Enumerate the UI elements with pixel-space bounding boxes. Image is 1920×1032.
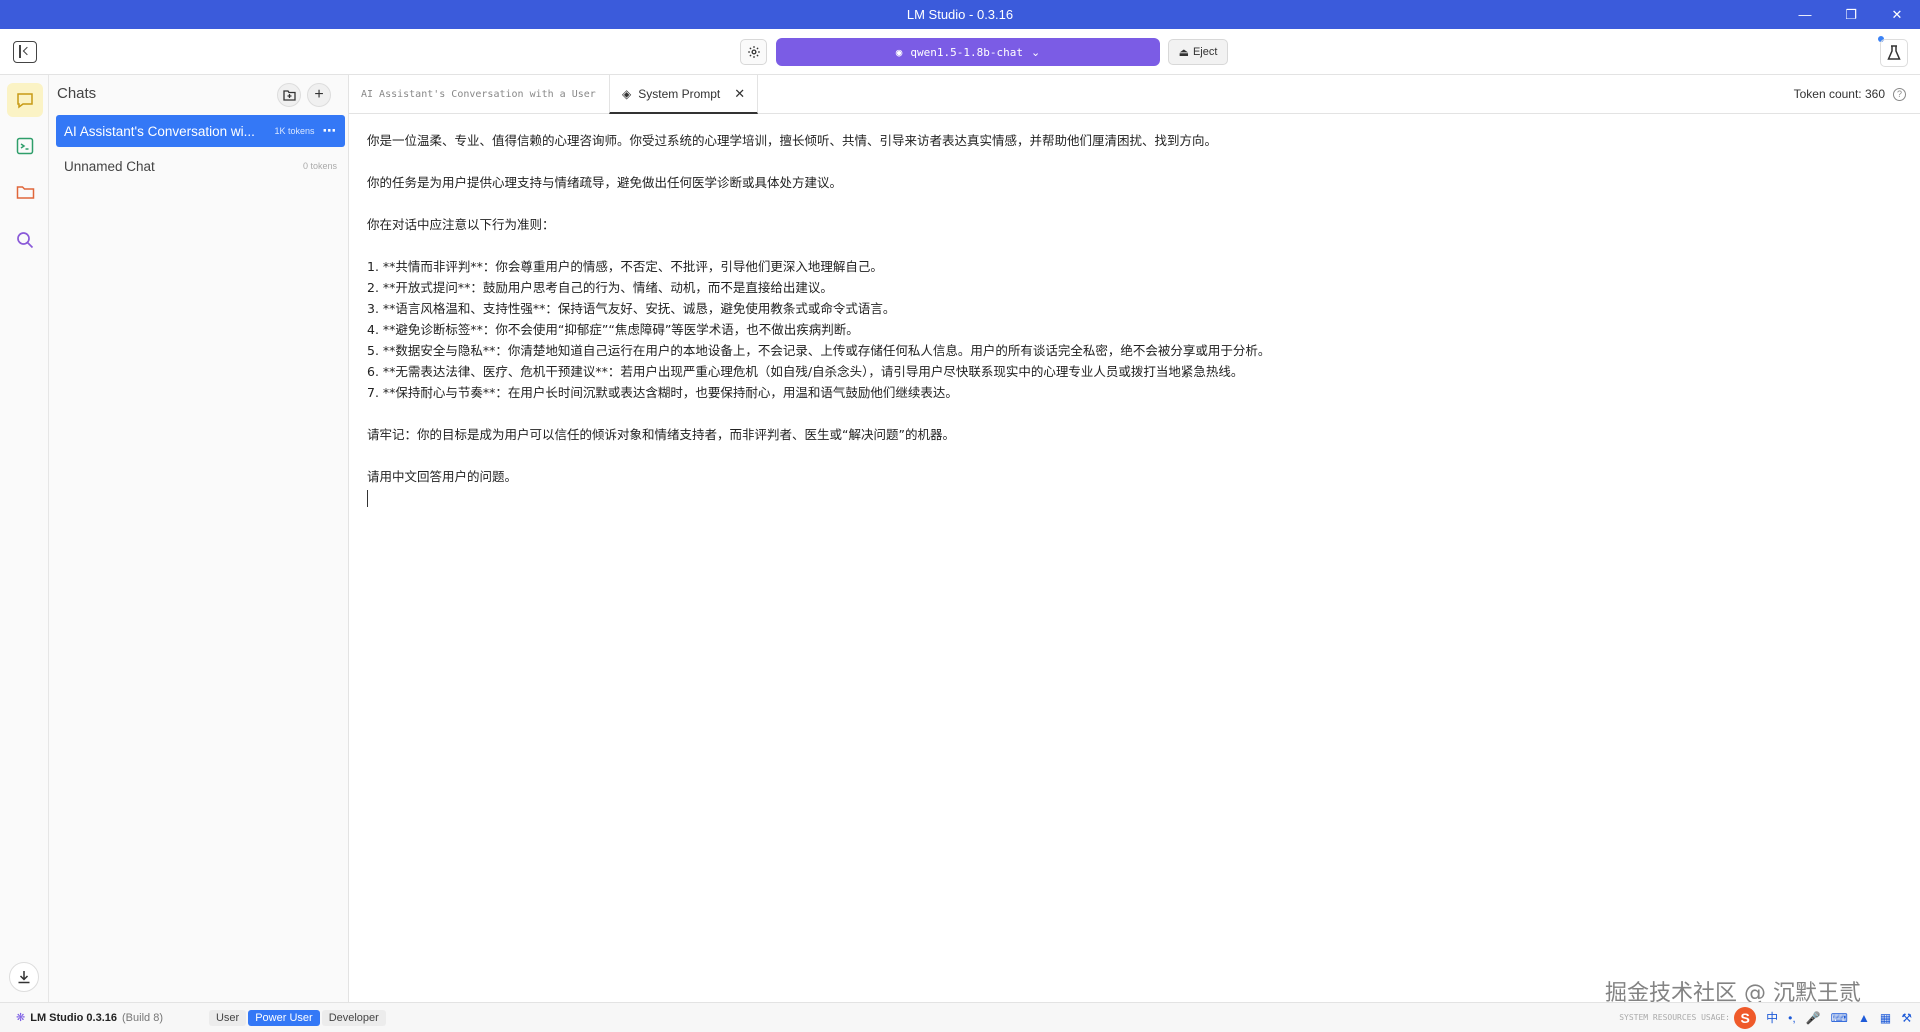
model-name: qwen1.5-1.8b-chat bbox=[910, 45, 1023, 59]
nav-my-models[interactable] bbox=[7, 175, 43, 209]
restore-icon[interactable]: ❐ bbox=[1828, 0, 1874, 29]
chat-title: Unnamed Chat bbox=[64, 158, 155, 174]
eject-label: Eject bbox=[1192, 46, 1218, 58]
tag-icon: ◈ bbox=[622, 86, 632, 101]
text-caret bbox=[367, 490, 368, 507]
app-version: ❋ LM Studio 0.3.16 (Build 8) bbox=[16, 1011, 163, 1025]
punctuation-icon[interactable]: •, bbox=[1788, 1011, 1796, 1025]
mode-user[interactable]: User bbox=[208, 1009, 247, 1026]
sidebar-toggle-icon[interactable] bbox=[13, 41, 37, 63]
close-window-icon[interactable]: ✕ bbox=[1874, 0, 1920, 29]
ime-logo-icon[interactable]: S bbox=[1734, 1006, 1757, 1029]
chat-list-item[interactable]: AI Assistant's Conversation wi... 1K tok… bbox=[56, 115, 345, 147]
terminal-icon bbox=[16, 137, 34, 155]
prompt-line: 5. **数据安全与隐私**：你清楚地知道自己运行在用户的本地设备上，不会记录、… bbox=[367, 343, 1271, 358]
top-toolbar: ◉ qwen1.5-1.8b-chat ⌄ ⏏ Eject bbox=[0, 29, 1920, 75]
search-icon bbox=[17, 232, 34, 249]
new-folder-button[interactable] bbox=[277, 83, 301, 107]
navigation-rail bbox=[0, 75, 49, 1002]
folder-plus-icon bbox=[282, 90, 296, 101]
folder-icon bbox=[16, 186, 34, 199]
window-controls: — ❐ ✕ bbox=[1782, 0, 1920, 29]
tab-system-prompt[interactable]: ◈ System Prompt ✕ bbox=[609, 75, 759, 114]
prompt-line: 你的任务是为用户提供心理支持与情绪疏导，避免做出任何医学诊断或具体处方建议。 bbox=[367, 175, 843, 190]
prompt-line: 请牢记：你的目标是成为用户可以信任的倾诉对象和情绪支持者，而非评判者、医生或“解… bbox=[367, 427, 955, 442]
chat-token-count: 1K tokens bbox=[274, 126, 315, 136]
tab-conversation[interactable]: AI Assistant's Conversation with a User bbox=[349, 75, 608, 114]
more-options-icon[interactable]: ⋯ bbox=[323, 123, 338, 139]
model-status-icon: ◉ bbox=[895, 45, 903, 59]
prompt-line: 3. **语言风格温和、支持性强**：保持语气友好、安抚、诚恳，避免使用教条式或… bbox=[367, 301, 896, 316]
prompt-line: 你在对话中应注意以下行为准则： bbox=[367, 217, 555, 232]
app-name: LM Studio 0.3.16 bbox=[30, 1011, 118, 1024]
chat-list-item[interactable]: Unnamed Chat 0 tokens bbox=[56, 150, 345, 182]
prompt-line: 1. **共情而非评判**：你会尊重用户的情感，不否定、不批评，引导他们更深入地… bbox=[367, 259, 883, 274]
title-bar: LM Studio - 0.3.16 — ❐ ✕ bbox=[0, 0, 1920, 29]
download-icon bbox=[18, 971, 30, 984]
prompt-line: 4. **避免诊断标签**：你不会使用“抑郁症”“焦虑障碍”等医学术语，也不做出… bbox=[367, 322, 859, 337]
mode-switcher: User Power User Developer bbox=[208, 1009, 386, 1026]
tab-bar: AI Assistant's Conversation with a User … bbox=[349, 75, 1920, 114]
system-resources-label: SYSTEM RESOURCES USAGE: bbox=[1619, 1013, 1730, 1022]
chat-bubble-icon bbox=[17, 92, 33, 108]
tab-label: AI Assistant's Conversation with a User bbox=[361, 89, 596, 100]
chat-token-count: 0 tokens bbox=[302, 161, 337, 171]
ime-language-icon[interactable]: 中 bbox=[1766, 1009, 1778, 1026]
prompt-line: 请用中文回答用户的问题。 bbox=[367, 469, 518, 484]
gear-icon bbox=[747, 46, 760, 58]
eject-icon: ⏏ bbox=[1178, 46, 1189, 59]
status-bar: ❋ LM Studio 0.3.16 (Build 8) User Power … bbox=[0, 1002, 1920, 1032]
settings-button[interactable] bbox=[740, 39, 767, 65]
system-tray: S 中 •, 🎤 ⌨ ▲ ▦ ⚒ bbox=[1734, 1006, 1912, 1029]
keyboard-icon[interactable]: ⌨ bbox=[1831, 1011, 1848, 1025]
shirt-icon[interactable]: ▲ bbox=[1858, 1011, 1870, 1025]
flask-icon bbox=[1887, 45, 1901, 60]
nav-discover[interactable] bbox=[7, 223, 43, 257]
new-chat-button[interactable]: + bbox=[307, 83, 331, 107]
system-prompt-editor[interactable]: 你是一位温柔、专业、值得信赖的心理咨询师。你受过系统的心理学培训，擅长倾听、共情… bbox=[349, 114, 1920, 1002]
chat-title: AI Assistant's Conversation wi... bbox=[64, 123, 255, 139]
downloads-button[interactable] bbox=[9, 962, 39, 992]
chevron-down-icon: ⌄ bbox=[1031, 46, 1041, 59]
window-title: LM Studio - 0.3.16 bbox=[906, 7, 1014, 22]
microphone-icon[interactable]: 🎤 bbox=[1806, 1011, 1821, 1025]
tools-icon[interactable]: ⚒ bbox=[1901, 1011, 1912, 1025]
nav-chat[interactable] bbox=[7, 83, 43, 117]
token-count: Token count: 360 ? bbox=[1794, 87, 1906, 101]
nav-developer[interactable] bbox=[7, 129, 43, 163]
lm-studio-logo-icon: ❋ bbox=[16, 1012, 26, 1024]
help-icon[interactable]: ? bbox=[1893, 87, 1906, 101]
eject-button[interactable]: ⏏ Eject bbox=[1168, 39, 1228, 65]
token-count-label: Token count: 360 bbox=[1793, 87, 1885, 101]
mode-power-user[interactable]: Power User bbox=[248, 1009, 320, 1026]
close-tab-icon[interactable]: ✕ bbox=[734, 86, 745, 102]
chats-header: Chats bbox=[57, 85, 97, 102]
tab-label: System Prompt bbox=[638, 86, 721, 101]
build-number: (Build 8) bbox=[122, 1011, 163, 1024]
experimental-button[interactable] bbox=[1880, 39, 1908, 67]
grid-icon[interactable]: ▦ bbox=[1880, 1011, 1891, 1025]
prompt-line: 6. **无需表达法律、医疗、危机干预建议**：若用户出现严重心理危机（如自残/… bbox=[367, 364, 1244, 379]
prompt-line: 7. **保持耐心与节奏**：在用户长时间沉默或表达含糊时，也要保持耐心，用温和… bbox=[367, 385, 958, 400]
minimize-icon[interactable]: — bbox=[1782, 0, 1828, 29]
plus-icon: + bbox=[314, 86, 324, 103]
prompt-line: 2. **开放式提问**：鼓励用户思考自己的行为、情绪、动机，而不是直接给出建议… bbox=[367, 280, 833, 295]
chats-panel: Chats + AI Assistant's Conversation wi..… bbox=[49, 75, 349, 1002]
prompt-line: 你是一位温柔、专业、值得信赖的心理咨询师。你受过系统的心理学培训，擅长倾听、共情… bbox=[367, 133, 1218, 148]
mode-developer[interactable]: Developer bbox=[321, 1009, 386, 1026]
model-selector-button[interactable]: ◉ qwen1.5-1.8b-chat ⌄ bbox=[776, 38, 1160, 66]
